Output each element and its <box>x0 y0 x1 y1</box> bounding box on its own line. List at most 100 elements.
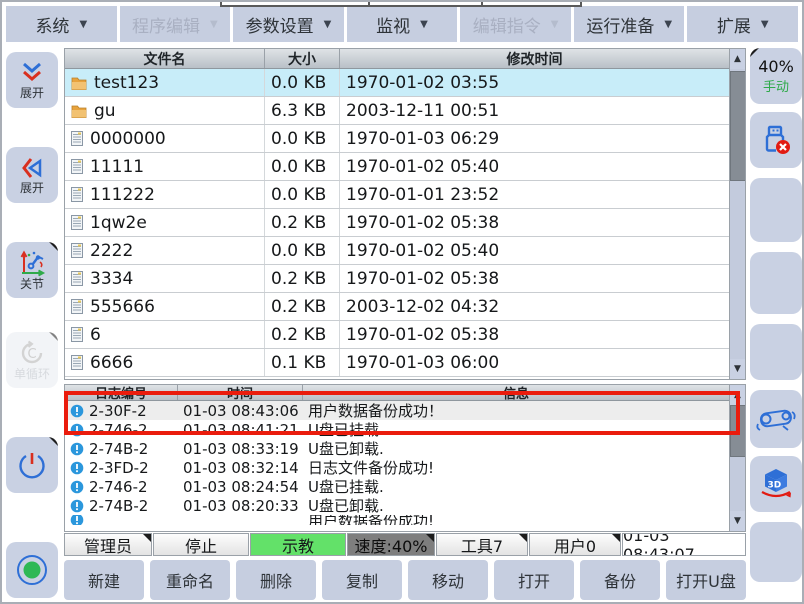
file-row[interactable]: 11111 0.0 KB 1970-01-02 05:40 <box>65 153 729 181</box>
info-icon <box>70 515 84 525</box>
delete-button[interactable]: 删除 <box>236 560 316 600</box>
log-time: 01-03 08:33:19 <box>178 440 303 458</box>
copy-button[interactable]: 复制 <box>322 560 402 600</box>
file-size: 0.0 KB <box>265 181 340 208</box>
menu-extension[interactable]: 扩展▼ <box>687 6 798 42</box>
log-row[interactable]: 2-746-2 01-03 08:41:21 U盘已挂载. <box>65 420 729 439</box>
log-time: 01-03 08:32:14 <box>178 459 303 477</box>
file-row[interactable]: 6 0.2 KB 1970-01-02 05:38 <box>65 321 729 349</box>
robot-pendant-window: 系统▼ 程序编辑▼ 参数设置▼ 监视▼ 编辑指令▼ 运行准备▼ 扩展▼ 展开 展… <box>0 0 804 604</box>
info-icon <box>70 423 84 437</box>
expand-left-label: 展开 <box>20 182 44 195</box>
simulator-teach-button[interactable] <box>750 390 802 448</box>
menu-system[interactable]: 系统▼ <box>6 6 117 42</box>
file-row[interactable]: 555666 0.2 KB 2003-12-02 04:32 <box>65 293 729 321</box>
menu-bar: 系统▼ 程序编辑▼ 参数设置▼ 监视▼ 编辑指令▼ 运行准备▼ 扩展▼ <box>6 6 798 42</box>
scroll-up-icon[interactable]: ▲ <box>730 49 746 69</box>
scrollbar-thumb[interactable] <box>730 405 746 457</box>
view-3d-button[interactable]: 3D <box>750 456 802 512</box>
file-size: 0.0 KB <box>265 237 340 264</box>
log-id: 2-74B-2 <box>89 497 148 515</box>
scrollbar-track[interactable] <box>730 405 746 511</box>
file-icon <box>71 355 83 370</box>
menu-monitor-label: 监视 <box>376 12 410 37</box>
file-row[interactable]: 2222 0.0 KB 1970-01-02 05:40 <box>65 237 729 265</box>
log-row[interactable]: 2-3FD-2 01-03 08:32:14 日志文件备份成功! <box>65 458 729 477</box>
file-date: 1970-01-01 23:52 <box>340 181 729 208</box>
file-row[interactable]: 6666 0.1 KB 1970-01-03 06:00 <box>65 349 729 377</box>
scroll-down-icon[interactable]: ▼ <box>730 359 746 379</box>
chevron-down-icon: ▼ <box>420 19 428 30</box>
open-button[interactable]: 打开 <box>494 560 574 600</box>
menu-run-prepare-label: 运行准备 <box>586 12 654 37</box>
status-speed[interactable]: 速度:40% <box>347 533 435 556</box>
log-table: 日志编号 时间 信息 2-30F-2 01-03 08:43:06 用户数据备份… <box>64 384 746 532</box>
status-tool[interactable]: 工具7 <box>436 533 528 556</box>
new-button[interactable]: 新建 <box>64 560 144 600</box>
log-message: 用户数据备份成功！ <box>303 400 729 421</box>
move-button[interactable]: 移动 <box>408 560 488 600</box>
file-icon <box>71 131 83 146</box>
expand-left-button[interactable]: 展开 <box>6 147 58 203</box>
file-row[interactable]: 111222 0.0 KB 1970-01-01 23:52 <box>65 181 729 209</box>
menu-run-prepare[interactable]: 运行准备▼ <box>574 6 685 42</box>
file-date: 1970-01-03 06:00 <box>340 349 729 376</box>
joint-mode-label: 关节 <box>20 278 44 291</box>
start-button[interactable] <box>6 542 58 598</box>
status-run-state[interactable]: 停止 <box>153 533 249 556</box>
file-icon <box>71 327 83 342</box>
log-row-partial[interactable]: 用户数据备份成功! <box>65 515 729 525</box>
file-size: 0.2 KB <box>265 293 340 320</box>
log-time: 01-03 08:24:54 <box>178 478 303 496</box>
status-teach-mode-label: 示教 <box>282 533 314 556</box>
right-empty-button-3 <box>750 324 802 380</box>
scroll-up-icon[interactable]: ▲ <box>730 385 746 405</box>
file-row[interactable]: test123 0.0 KB 1970-01-02 03:55 <box>65 69 729 97</box>
scrollbar-thumb[interactable] <box>730 71 746 181</box>
file-name: 6666 <box>90 353 133 373</box>
file-table-scrollbar[interactable]: ▲ ▼ <box>729 49 745 379</box>
rename-button[interactable]: 重命名 <box>150 560 230 600</box>
servo-power-button[interactable] <box>6 437 58 493</box>
log-table-scrollbar[interactable]: ▲ ▼ <box>729 385 745 531</box>
file-icon <box>71 271 83 286</box>
log-header-id: 日志编号 <box>65 385 178 400</box>
status-teach-mode[interactable]: 示教 <box>250 533 346 556</box>
menu-parameter-settings[interactable]: 参数设置▼ <box>233 6 344 42</box>
status-role-label: 管理员 <box>84 533 132 556</box>
folder-icon <box>71 76 87 90</box>
file-table: 文件名 大小 修改时间 test123 0.0 KB 1970-01-02 03… <box>64 48 746 380</box>
file-size: 0.0 KB <box>265 153 340 180</box>
scrollbar-track[interactable] <box>730 69 746 359</box>
file-icon <box>71 243 83 258</box>
status-user-frame[interactable]: 用户0 <box>529 533 621 556</box>
backup-button[interactable]: 备份 <box>580 560 660 600</box>
file-date: 1970-01-02 05:38 <box>340 209 729 236</box>
right-empty-button-1 <box>750 178 802 242</box>
svg-text:3D: 3D <box>768 481 782 491</box>
usb-eject-button[interactable] <box>750 112 802 168</box>
status-role[interactable]: 管理员 <box>64 533 152 556</box>
log-row[interactable]: 2-74B-2 01-03 08:20:33 U盘已卸载. <box>65 496 729 515</box>
cube-3d-icon: 3D <box>757 466 795 502</box>
file-header-name: 文件名 <box>65 49 265 68</box>
menu-parameter-settings-label: 参数设置 <box>246 12 314 37</box>
open-usb-button[interactable]: 打开U盘 <box>666 560 746 600</box>
speed-mode-button[interactable]: 40% 手动 <box>750 48 802 104</box>
file-row[interactable]: gu 6.3 KB 2003-12-11 00:51 <box>65 97 729 125</box>
log-row[interactable]: 2-746-2 01-03 08:24:54 U盘已挂载. <box>65 477 729 496</box>
scroll-down-icon[interactable]: ▼ <box>730 511 746 531</box>
menu-monitor[interactable]: 监视 ▼ <box>347 6 458 42</box>
log-row[interactable]: 2-30F-2 01-03 08:43:06 用户数据备份成功！ <box>65 401 729 420</box>
file-row[interactable]: 0000000 0.0 KB 1970-01-03 06:29 <box>65 125 729 153</box>
double-chevron-down-icon <box>19 60 45 86</box>
file-row[interactable]: 3334 0.2 KB 1970-01-02 05:38 <box>65 265 729 293</box>
info-icon <box>70 404 84 418</box>
log-row[interactable]: 2-74B-2 01-03 08:33:19 U盘已卸载. <box>65 439 729 458</box>
expand-down-button[interactable]: 展开 <box>6 52 58 108</box>
joint-mode-button[interactable]: 关节 <box>6 242 58 298</box>
handheld-controller-icon <box>755 402 797 436</box>
right-empty-button-2 <box>750 252 802 314</box>
file-row[interactable]: 1qw2e 0.2 KB 1970-01-02 05:38 <box>65 209 729 237</box>
info-icon <box>70 499 84 513</box>
